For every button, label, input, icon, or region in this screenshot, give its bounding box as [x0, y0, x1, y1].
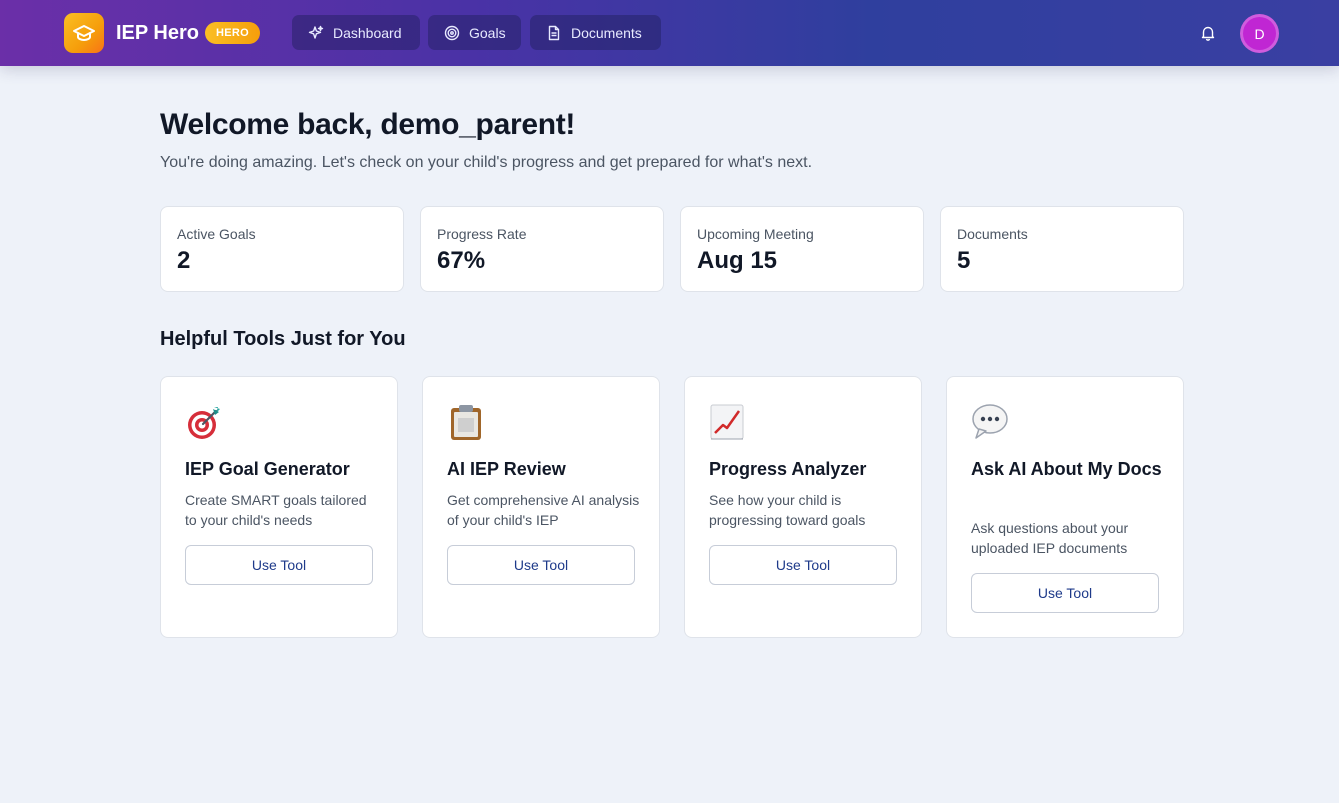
clipboard-icon	[447, 403, 485, 441]
stat-label: Upcoming Meeting	[697, 226, 814, 242]
stat-value: 5	[957, 247, 971, 274]
graduation-cap-logo-icon[interactable]	[64, 13, 104, 53]
stat-label: Progress Rate	[437, 226, 527, 242]
tool-title: Progress Analyzer	[709, 459, 867, 479]
nav-dashboard[interactable]: Dashboard	[292, 15, 420, 50]
stat-value: 2	[177, 247, 191, 274]
page-title: Welcome back, demo_parent!	[160, 108, 576, 141]
tool-card-ai-iep-review: AI IEP Review Get comprehensive AI analy…	[422, 376, 660, 638]
tool-card-progress-analyzer: Progress Analyzer See how your child is …	[684, 376, 922, 638]
dart-target-icon	[185, 403, 223, 441]
use-tool-button[interactable]: Use Tool	[971, 573, 1159, 613]
tool-title: IEP Goal Generator	[185, 459, 350, 479]
nav-documents[interactable]: Documents	[530, 15, 661, 50]
avatar[interactable]: D	[1240, 14, 1279, 53]
page-subtitle: You're doing amazing. Let's check on you…	[160, 154, 813, 171]
brand-name[interactable]: IEP Hero	[116, 21, 199, 45]
target-icon	[444, 25, 460, 41]
tool-description: Ask questions about your uploaded IEP do…	[971, 520, 1129, 556]
tool-description: See how your child is progressing toward…	[709, 492, 866, 528]
document-icon	[546, 25, 562, 41]
use-tool-button[interactable]: Use Tool	[709, 545, 897, 585]
nav-goals-label: Goals	[469, 24, 506, 41]
stat-label: Active Goals	[177, 226, 256, 242]
tool-title: AI IEP Review	[447, 459, 566, 479]
sparkles-icon	[308, 25, 324, 41]
tool-description: Create SMART goals tailored to your chil…	[185, 492, 367, 528]
speech-bubble-icon	[971, 403, 1009, 441]
stat-value: Aug 15	[697, 247, 778, 274]
nav-dashboard-label: Dashboard	[333, 24, 402, 41]
top-navbar: IEP Hero HERO Dashboard Goals Documents …	[0, 0, 1339, 66]
bell-icon[interactable]	[1199, 24, 1217, 42]
tool-card-ask-ai-docs: Ask AI About My Docs Ask questions about…	[946, 376, 1184, 638]
stat-value: 67%	[437, 247, 486, 274]
use-tool-button[interactable]: Use Tool	[447, 545, 635, 585]
stat-card-active-goals: Active Goals 2	[160, 206, 404, 292]
brand-badge: HERO	[205, 22, 260, 44]
stat-card-progress-rate: Progress Rate 67%	[420, 206, 664, 292]
nav-goals[interactable]: Goals	[428, 15, 521, 50]
stat-card-documents: Documents 5	[940, 206, 1184, 292]
tool-card-goal-generator: IEP Goal Generator Create SMART goals ta…	[160, 376, 398, 638]
tool-description: Get comprehensive AI analysis of your ch…	[447, 492, 640, 528]
stat-card-upcoming-meeting: Upcoming Meeting Aug 15	[680, 206, 924, 292]
chart-increasing-icon	[709, 403, 747, 441]
stat-label: Documents	[957, 226, 1028, 242]
nav-documents-label: Documents	[571, 24, 642, 41]
tools-section-title: Helpful Tools Just for You	[160, 328, 406, 350]
use-tool-button[interactable]: Use Tool	[185, 545, 373, 585]
tool-title: Ask AI About My Docs	[971, 459, 1162, 479]
